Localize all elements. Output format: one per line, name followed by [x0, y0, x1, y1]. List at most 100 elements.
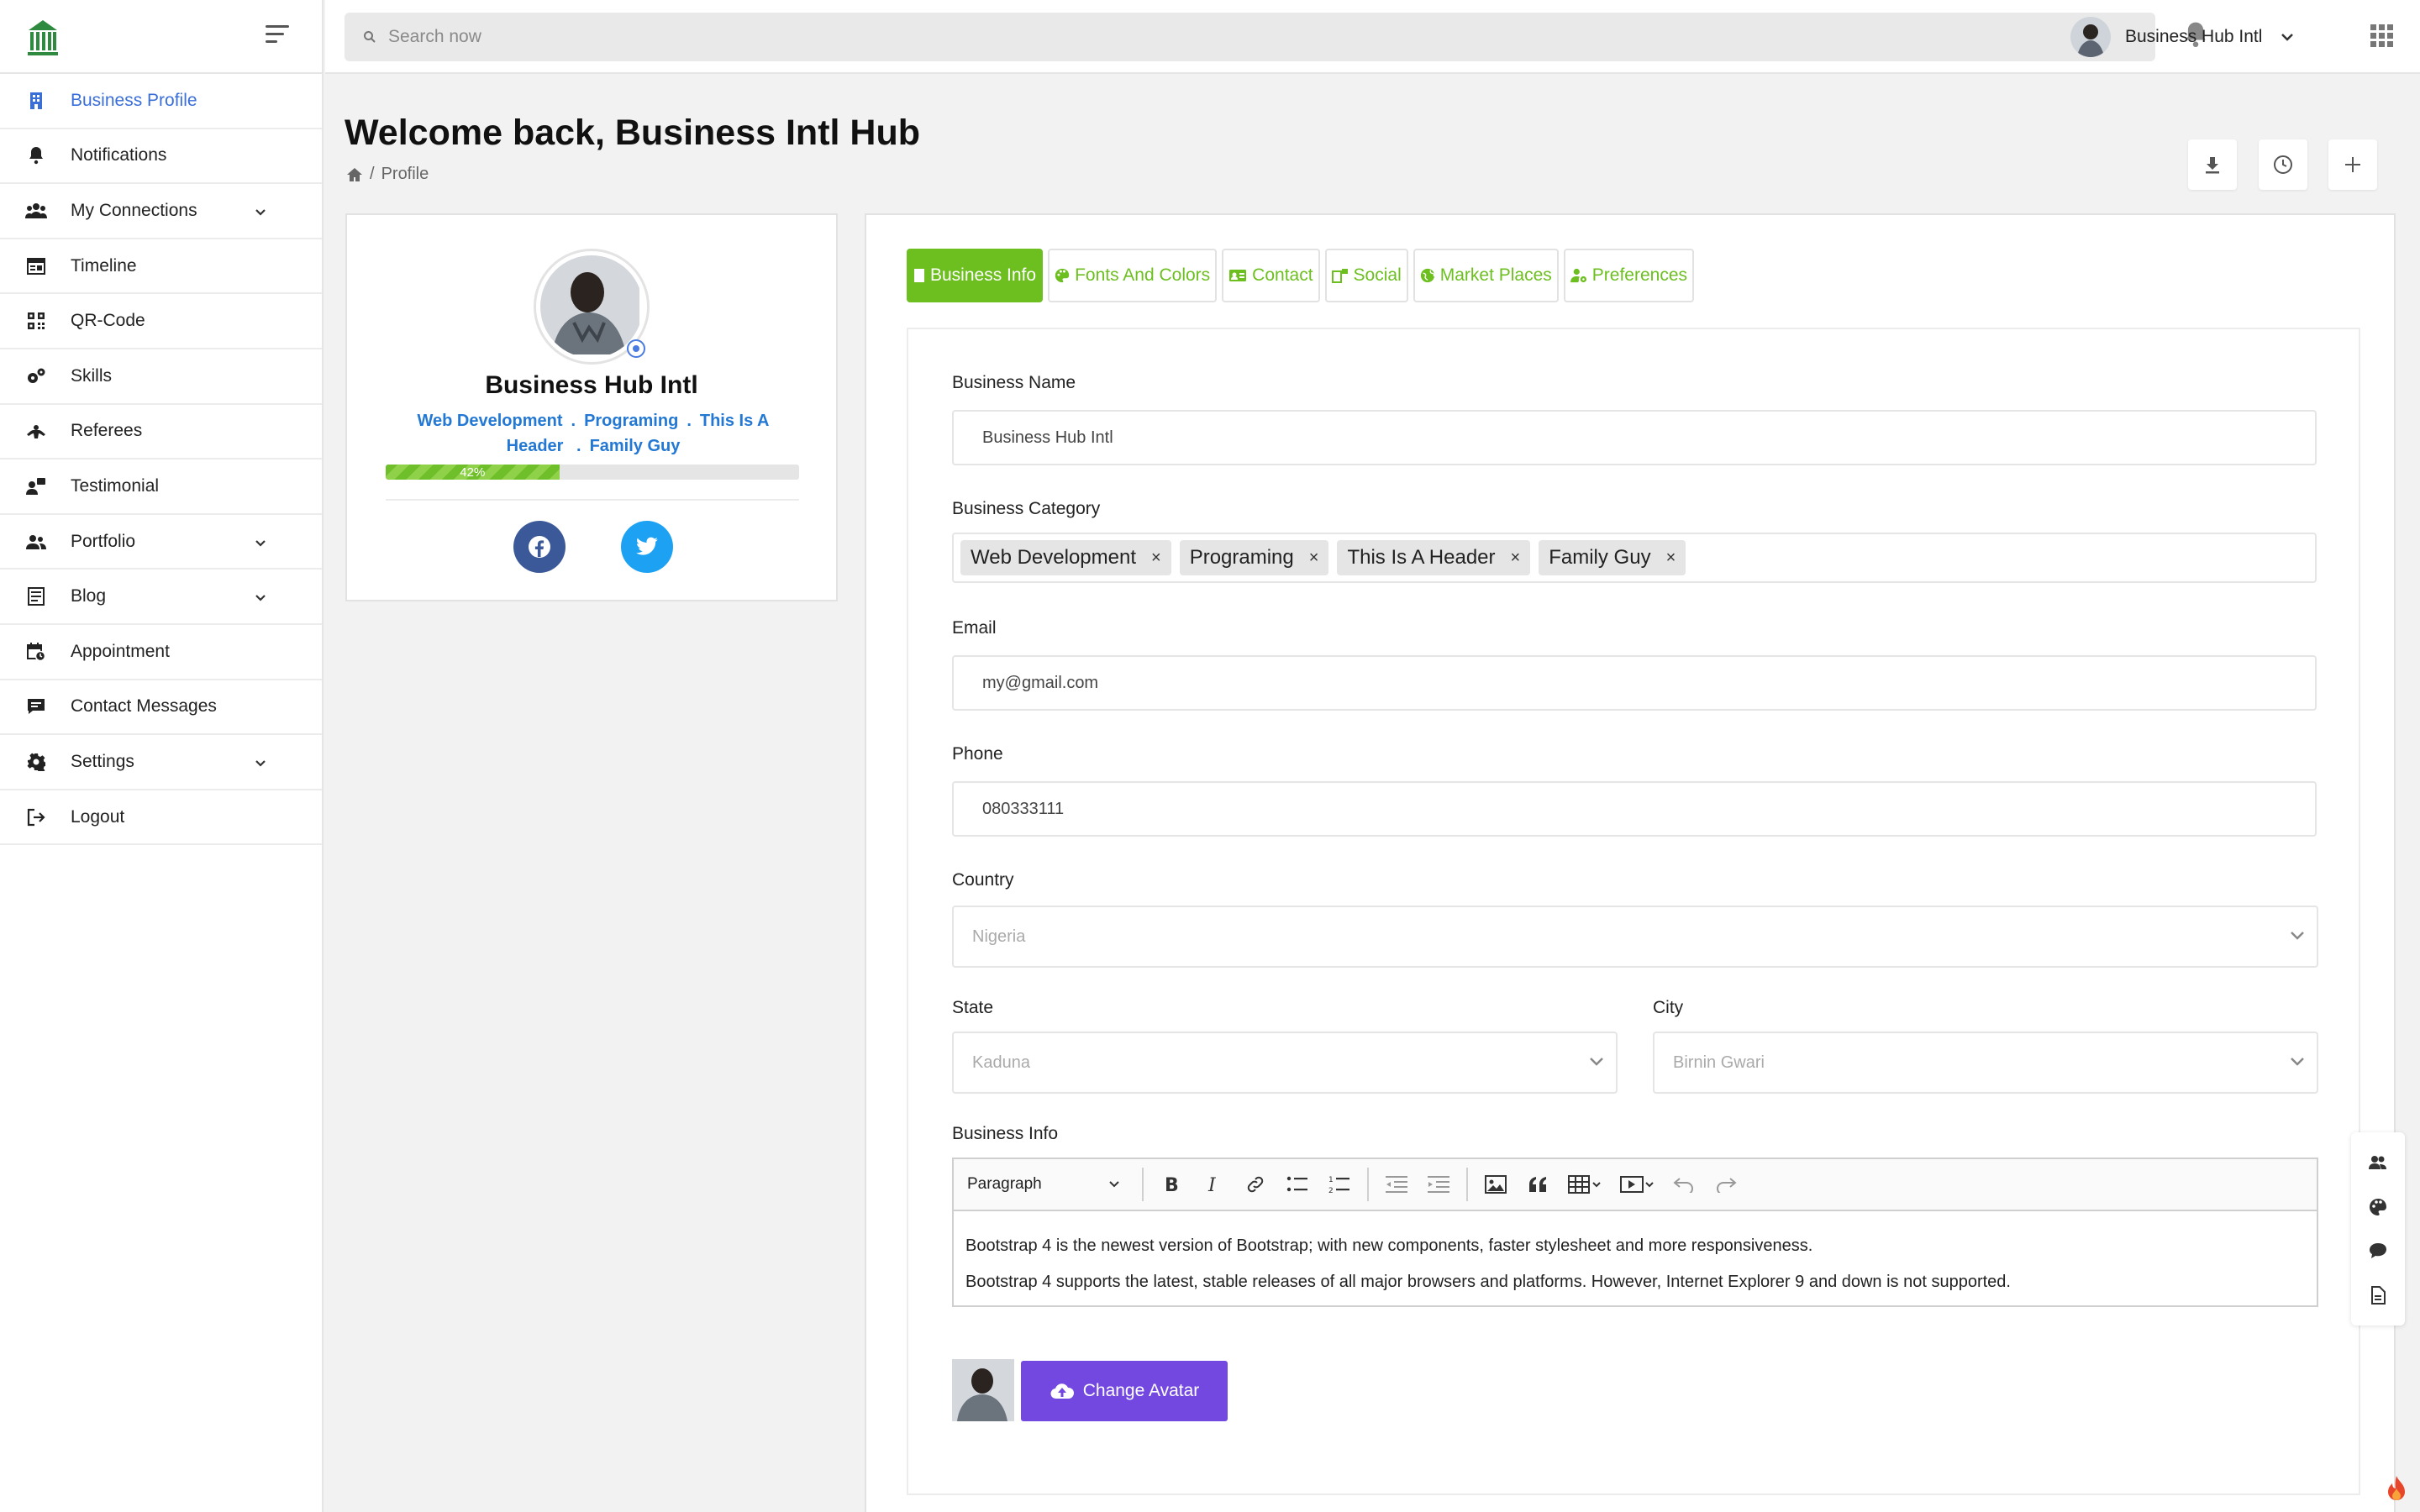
avatar [2070, 17, 2111, 57]
business-info-form: Business Name Business Category Web Deve… [907, 328, 2360, 1495]
palette-icon [1055, 268, 1070, 283]
numbered-list-button[interactable]: 12 [1318, 1166, 1360, 1203]
sidebar-item-business-profile[interactable]: Business Profile [0, 74, 322, 129]
link-button[interactable] [1234, 1166, 1276, 1203]
search-bar [345, 13, 2155, 61]
sidebar-item-label: Notifications [71, 145, 167, 165]
paragraph-format-select[interactable]: Paragraph [967, 1175, 1135, 1194]
profile-tag-link[interactable]: Programing [584, 412, 678, 430]
tab-label: Fonts And Colors [1075, 265, 1211, 285]
tab-market-places[interactable]: Market Places [1413, 249, 1559, 302]
message-icon [25, 696, 47, 717]
phone-field[interactable] [952, 781, 2317, 837]
outdent-button[interactable] [1376, 1166, 1418, 1203]
business-form-card: Business Info Fonts And Colors Contact Soci… [865, 213, 2396, 1512]
tab-contact[interactable]: Contact [1222, 249, 1320, 302]
change-avatar-label: Change Avatar [1082, 1381, 1200, 1400]
country-value: Nigeria [972, 927, 1026, 946]
email-field[interactable] [952, 655, 2317, 711]
blockquote-button[interactable] [1517, 1166, 1559, 1203]
tab-business-info[interactable]: Business Info [907, 249, 1044, 302]
remove-chip-icon[interactable]: × [1666, 549, 1676, 568]
tab-fonts-and-colors[interactable]: Fonts And Colors [1048, 249, 1218, 302]
insert-table-button[interactable] [1559, 1166, 1611, 1203]
twitter-button[interactable] [621, 521, 673, 573]
country-select[interactable]: Nigeria [952, 906, 2318, 968]
home-icon[interactable] [346, 166, 363, 183]
profile-avatar[interactable] [540, 255, 643, 358]
sidebar-item-timeline[interactable]: Timeline [0, 239, 322, 295]
sidebar-item-label: Referees [71, 421, 143, 441]
user-name: Business Hub Intl [2125, 27, 2263, 46]
sidebar-item-notifications[interactable]: Notifications [0, 129, 322, 185]
bold-button[interactable]: B [1150, 1166, 1192, 1203]
business-category-input[interactable]: Web Development × Programing × This Is A Hea… [952, 533, 2317, 583]
city-value: Birnin Gwari [1673, 1053, 1765, 1072]
sidebar-item-skills[interactable]: Skills [0, 349, 322, 405]
float-document-button[interactable] [2361, 1278, 2395, 1312]
search-input[interactable] [388, 27, 2069, 47]
sidebar-item-contact-messages[interactable]: Contact Messages [0, 680, 322, 736]
add-button[interactable] [2328, 139, 2377, 190]
apps-grid-icon[interactable] [2370, 24, 2394, 48]
user-menu[interactable]: Business Hub Intl [2070, 15, 2294, 59]
bulleted-list-button[interactable] [1276, 1166, 1318, 1203]
tab-preferences[interactable]: Preferences [1563, 249, 1695, 302]
users-icon [2369, 1156, 2386, 1170]
remove-chip-icon[interactable]: × [1309, 549, 1319, 568]
portfolio-icon [25, 531, 47, 553]
download-button[interactable] [2188, 139, 2237, 190]
sidebar-item-qr-code[interactable]: QR-Code [0, 294, 322, 349]
sidebar-item-label: My Connections [71, 200, 197, 220]
sidebar-item-label: Appointment [71, 641, 170, 661]
editor-content[interactable]: Bootstrap 4 is the newest version of Boo… [954, 1211, 2317, 1317]
social-icon [1331, 268, 1349, 283]
state-select[interactable]: Kaduna [952, 1032, 1618, 1094]
history-button[interactable] [2259, 139, 2307, 190]
tab-social[interactable]: Social [1324, 249, 1408, 302]
sidebar-item-blog[interactable]: Blog [0, 570, 322, 625]
sidebar-item-referees[interactable]: Referees [0, 405, 322, 460]
category-chip: Family Guy × [1539, 540, 1686, 575]
category-chip: Web Development × [960, 540, 1171, 575]
undo-button[interactable] [1663, 1166, 1705, 1203]
app-logo[interactable] [25, 18, 60, 57]
change-avatar-button[interactable]: Change Avatar [1021, 1361, 1228, 1421]
sidebar-toggle-button[interactable] [266, 25, 291, 45]
sidebar-item-appointment[interactable]: Appointment [0, 625, 322, 680]
category-chip-label: Programing [1189, 546, 1294, 569]
profile-tag-link[interactable]: Family Guy [590, 437, 681, 455]
verified-badge-icon [627, 339, 645, 358]
fire-icon[interactable] [2385, 1475, 2408, 1504]
country-label: Country [952, 870, 1014, 890]
link-icon [1247, 1176, 1264, 1193]
sidebar-item-logout[interactable]: Logout [0, 790, 322, 846]
remove-chip-icon[interactable]: × [1151, 549, 1161, 568]
business-name-input[interactable] [952, 410, 2317, 465]
sidebar-item-testimonial[interactable]: Testimonial [0, 459, 322, 515]
tab-label: Social [1353, 265, 1402, 285]
float-users-button[interactable] [2361, 1146, 2395, 1179]
bold-icon: B [1165, 1175, 1179, 1194]
float-palette-button[interactable] [2361, 1190, 2395, 1224]
cogs-icon [25, 365, 47, 387]
redo-icon [1717, 1178, 1737, 1193]
search-icon [364, 31, 376, 43]
insert-media-button[interactable] [1611, 1166, 1663, 1203]
remove-chip-icon[interactable]: × [1511, 549, 1521, 568]
redo-button[interactable] [1705, 1166, 1747, 1203]
sidebar-item-my-connections[interactable]: My Connections [0, 184, 322, 239]
italic-button[interactable]: I [1192, 1166, 1234, 1203]
insert-image-button[interactable] [1475, 1166, 1517, 1203]
svg-text:B: B [1165, 1175, 1179, 1194]
facebook-button[interactable] [513, 521, 566, 573]
sidebar-item-settings[interactable]: Settings [0, 735, 322, 790]
sidebar-item-portfolio[interactable]: Portfolio [0, 515, 322, 570]
toolbar-separator [1142, 1168, 1144, 1201]
profile-tag-link[interactable]: Web Development [418, 412, 563, 430]
float-chat-button[interactable] [2361, 1234, 2395, 1268]
profile-progress-label: 42% [460, 465, 486, 480]
indent-button[interactable] [1418, 1166, 1460, 1203]
city-select[interactable]: Birnin Gwari [1653, 1032, 2318, 1094]
sidebar-item-label: Business Profile [71, 90, 197, 110]
